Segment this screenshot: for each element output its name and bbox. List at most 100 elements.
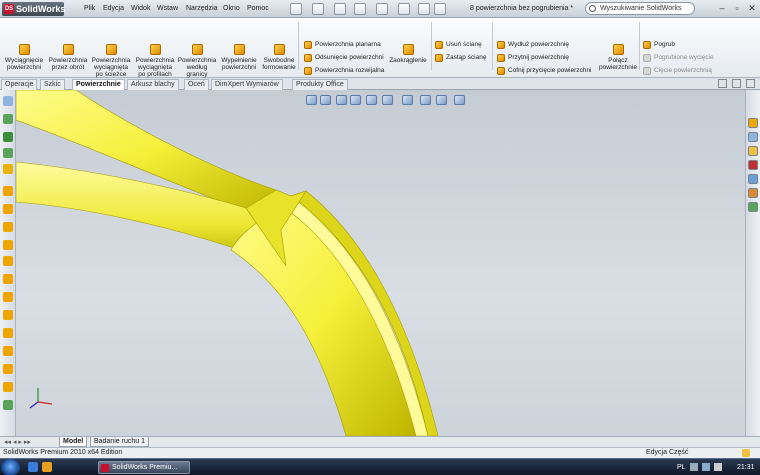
tab-model[interactable]: Model — [59, 437, 88, 447]
print-icon[interactable] — [354, 3, 366, 15]
taskbar-solidworks-button[interactable]: SolidWorks Premiu... — [98, 461, 190, 474]
language-indicator[interactable]: PL — [677, 462, 686, 473]
thicken-button[interactable]: Pogrub — [643, 40, 675, 49]
tab-features[interactable]: Operacje — [1, 79, 38, 90]
menu-file[interactable]: Plik — [84, 3, 95, 15]
feature-5-icon[interactable] — [3, 256, 13, 266]
boundary-surface-button[interactable]: Powierzchnia według granicy — [177, 44, 217, 78]
display-style-icon[interactable] — [382, 95, 393, 105]
design-library-icon[interactable] — [748, 132, 758, 142]
help-icon[interactable] — [742, 449, 750, 457]
select-arrow-icon[interactable] — [398, 3, 410, 15]
tab-sheet-metal[interactable]: Arkusz blachy — [127, 79, 179, 90]
search-input[interactable]: Wyszukiwanie SolidWorks — [585, 2, 695, 15]
maximize-icon[interactable] — [732, 79, 741, 88]
filled-surface-button[interactable]: Wypełnienie powierzchni — [219, 44, 259, 71]
feature-13-icon[interactable] — [3, 400, 13, 410]
custom-properties-icon[interactable] — [748, 202, 758, 212]
resources-icon[interactable] — [748, 118, 758, 128]
freeform-button[interactable]: Swobodne formowanie — [261, 44, 297, 71]
tab-sketch[interactable]: Szkic — [40, 79, 65, 90]
feature-4-icon[interactable] — [3, 240, 13, 250]
feature-9-icon[interactable] — [3, 328, 13, 338]
restore-button[interactable]: ▫ — [731, 3, 743, 14]
planar-surface-button[interactable]: Powierzchnia planarna — [304, 40, 381, 49]
tab-evaluate[interactable]: Oceń — [184, 79, 209, 90]
smart-dimension-icon[interactable] — [3, 132, 13, 142]
menu-view[interactable]: Widok — [131, 3, 150, 15]
view-settings-icon[interactable] — [454, 95, 465, 105]
tab-office-products[interactable]: Produkty Office — [292, 79, 348, 90]
tab-surfaces[interactable]: Powierzchnie — [72, 79, 125, 90]
new-document-icon[interactable] — [290, 3, 302, 15]
options-icon[interactable] — [434, 3, 446, 15]
extruded-surface-button[interactable]: Wyciągnięcie powierzchni — [4, 44, 44, 71]
quick-launch-icon[interactable] — [28, 462, 38, 472]
restore-icon[interactable] — [718, 79, 727, 88]
appearances-icon[interactable] — [748, 188, 758, 198]
point-icon[interactable] — [3, 148, 13, 158]
menu-tools[interactable]: Narzędzia — [186, 3, 218, 15]
zoom-to-fit-icon[interactable] — [306, 95, 317, 105]
thickened-cut-button[interactable]: Pogrubione wycięcie — [643, 53, 714, 62]
view-palette-icon[interactable] — [748, 174, 758, 184]
feature-2-icon[interactable] — [3, 204, 13, 214]
fillet-button[interactable]: Zaokrąglenie — [386, 44, 430, 64]
tab-motion-study[interactable]: Badanie ruchu 1 — [90, 437, 149, 447]
lofted-surface-button[interactable]: Powierzchnia wyciągnięta po profilach — [134, 44, 176, 78]
sketch-icon[interactable] — [3, 164, 13, 174]
quick-launch-icon[interactable] — [42, 462, 52, 472]
revolved-surface-button[interactable]: Powierzchnia przez obrót — [48, 44, 88, 71]
menu-insert[interactable]: Wstaw — [157, 3, 178, 15]
rebuild-icon[interactable] — [418, 3, 430, 15]
volume-icon[interactable] — [714, 463, 722, 471]
open-folder-icon[interactable] — [312, 3, 324, 15]
previous-view-icon[interactable] — [336, 95, 347, 105]
feature-6-icon[interactable] — [3, 274, 13, 284]
solidworks-logo[interactable]: DS SolidWorks — [2, 2, 65, 16]
delete-face-button[interactable]: Usuń ścianę — [435, 40, 482, 49]
close-document-icon[interactable] — [746, 79, 755, 88]
menu-help[interactable]: Pomoc — [247, 3, 269, 15]
feature-8-icon[interactable] — [3, 310, 13, 320]
start-button[interactable] — [1, 459, 20, 475]
apply-scene-icon[interactable] — [436, 95, 447, 105]
feature-3-icon[interactable] — [3, 222, 13, 232]
graphics-area[interactable] — [15, 89, 745, 437]
replace-face-button[interactable]: Zastąp ścianę — [435, 53, 486, 62]
file-explorer-icon[interactable] — [748, 146, 758, 156]
menu-edit[interactable]: Edycja — [103, 3, 124, 15]
swept-surface-button[interactable]: Powierzchnia wyciągnięta po ścieżce — [90, 44, 132, 78]
feature-1-icon[interactable] — [3, 186, 13, 196]
feature-7-icon[interactable] — [3, 292, 13, 302]
knit-surface-button[interactable]: Połącz powierzchnie — [598, 44, 638, 71]
menu-window[interactable]: Okno — [223, 3, 240, 15]
view-orientation-icon[interactable] — [366, 95, 377, 105]
line-icon[interactable] — [3, 114, 13, 124]
feature-10-icon[interactable] — [3, 346, 13, 356]
save-icon[interactable] — [334, 3, 346, 15]
network-icon[interactable] — [702, 463, 710, 471]
extend-surface-button[interactable]: Wydłuż powierzchnię — [497, 40, 569, 49]
ruled-surface-button[interactable]: Powierzchnia rozwijalna — [304, 66, 384, 75]
edit-appearance-icon[interactable] — [420, 95, 431, 105]
arrow-icon[interactable] — [3, 96, 13, 106]
undo-icon[interactable] — [376, 3, 388, 15]
offset-surface-button[interactable]: Odsunięcie powierzchni — [304, 53, 384, 62]
feature-12-icon[interactable] — [3, 382, 13, 392]
hide-show-items-icon[interactable] — [402, 95, 413, 105]
cut-with-surface-button[interactable]: Cięcie powierzchnią — [643, 66, 712, 75]
untrim-surface-button[interactable]: Cofnij przycięcie powierzchni — [497, 66, 591, 75]
clock[interactable]: 21:31 — [737, 462, 755, 473]
feature-11-icon[interactable] — [3, 364, 13, 374]
trim-surface-button[interactable]: Przytnij powierzchnię — [497, 53, 569, 62]
section-view-icon[interactable] — [350, 95, 361, 105]
close-button[interactable]: ✕ — [746, 3, 758, 14]
tab-scroll-arrows-icon[interactable]: ◂◂ ◂ ▸ ▸▸ — [4, 438, 31, 446]
cut-with-surface-icon — [643, 67, 651, 75]
minimize-button[interactable]: – — [716, 3, 728, 14]
tab-dimxpert[interactable]: DimXpert Wymiarów — [211, 79, 283, 90]
zoom-area-icon[interactable] — [320, 95, 331, 105]
search-results-icon[interactable] — [748, 160, 758, 170]
tray-icon[interactable] — [690, 463, 698, 471]
